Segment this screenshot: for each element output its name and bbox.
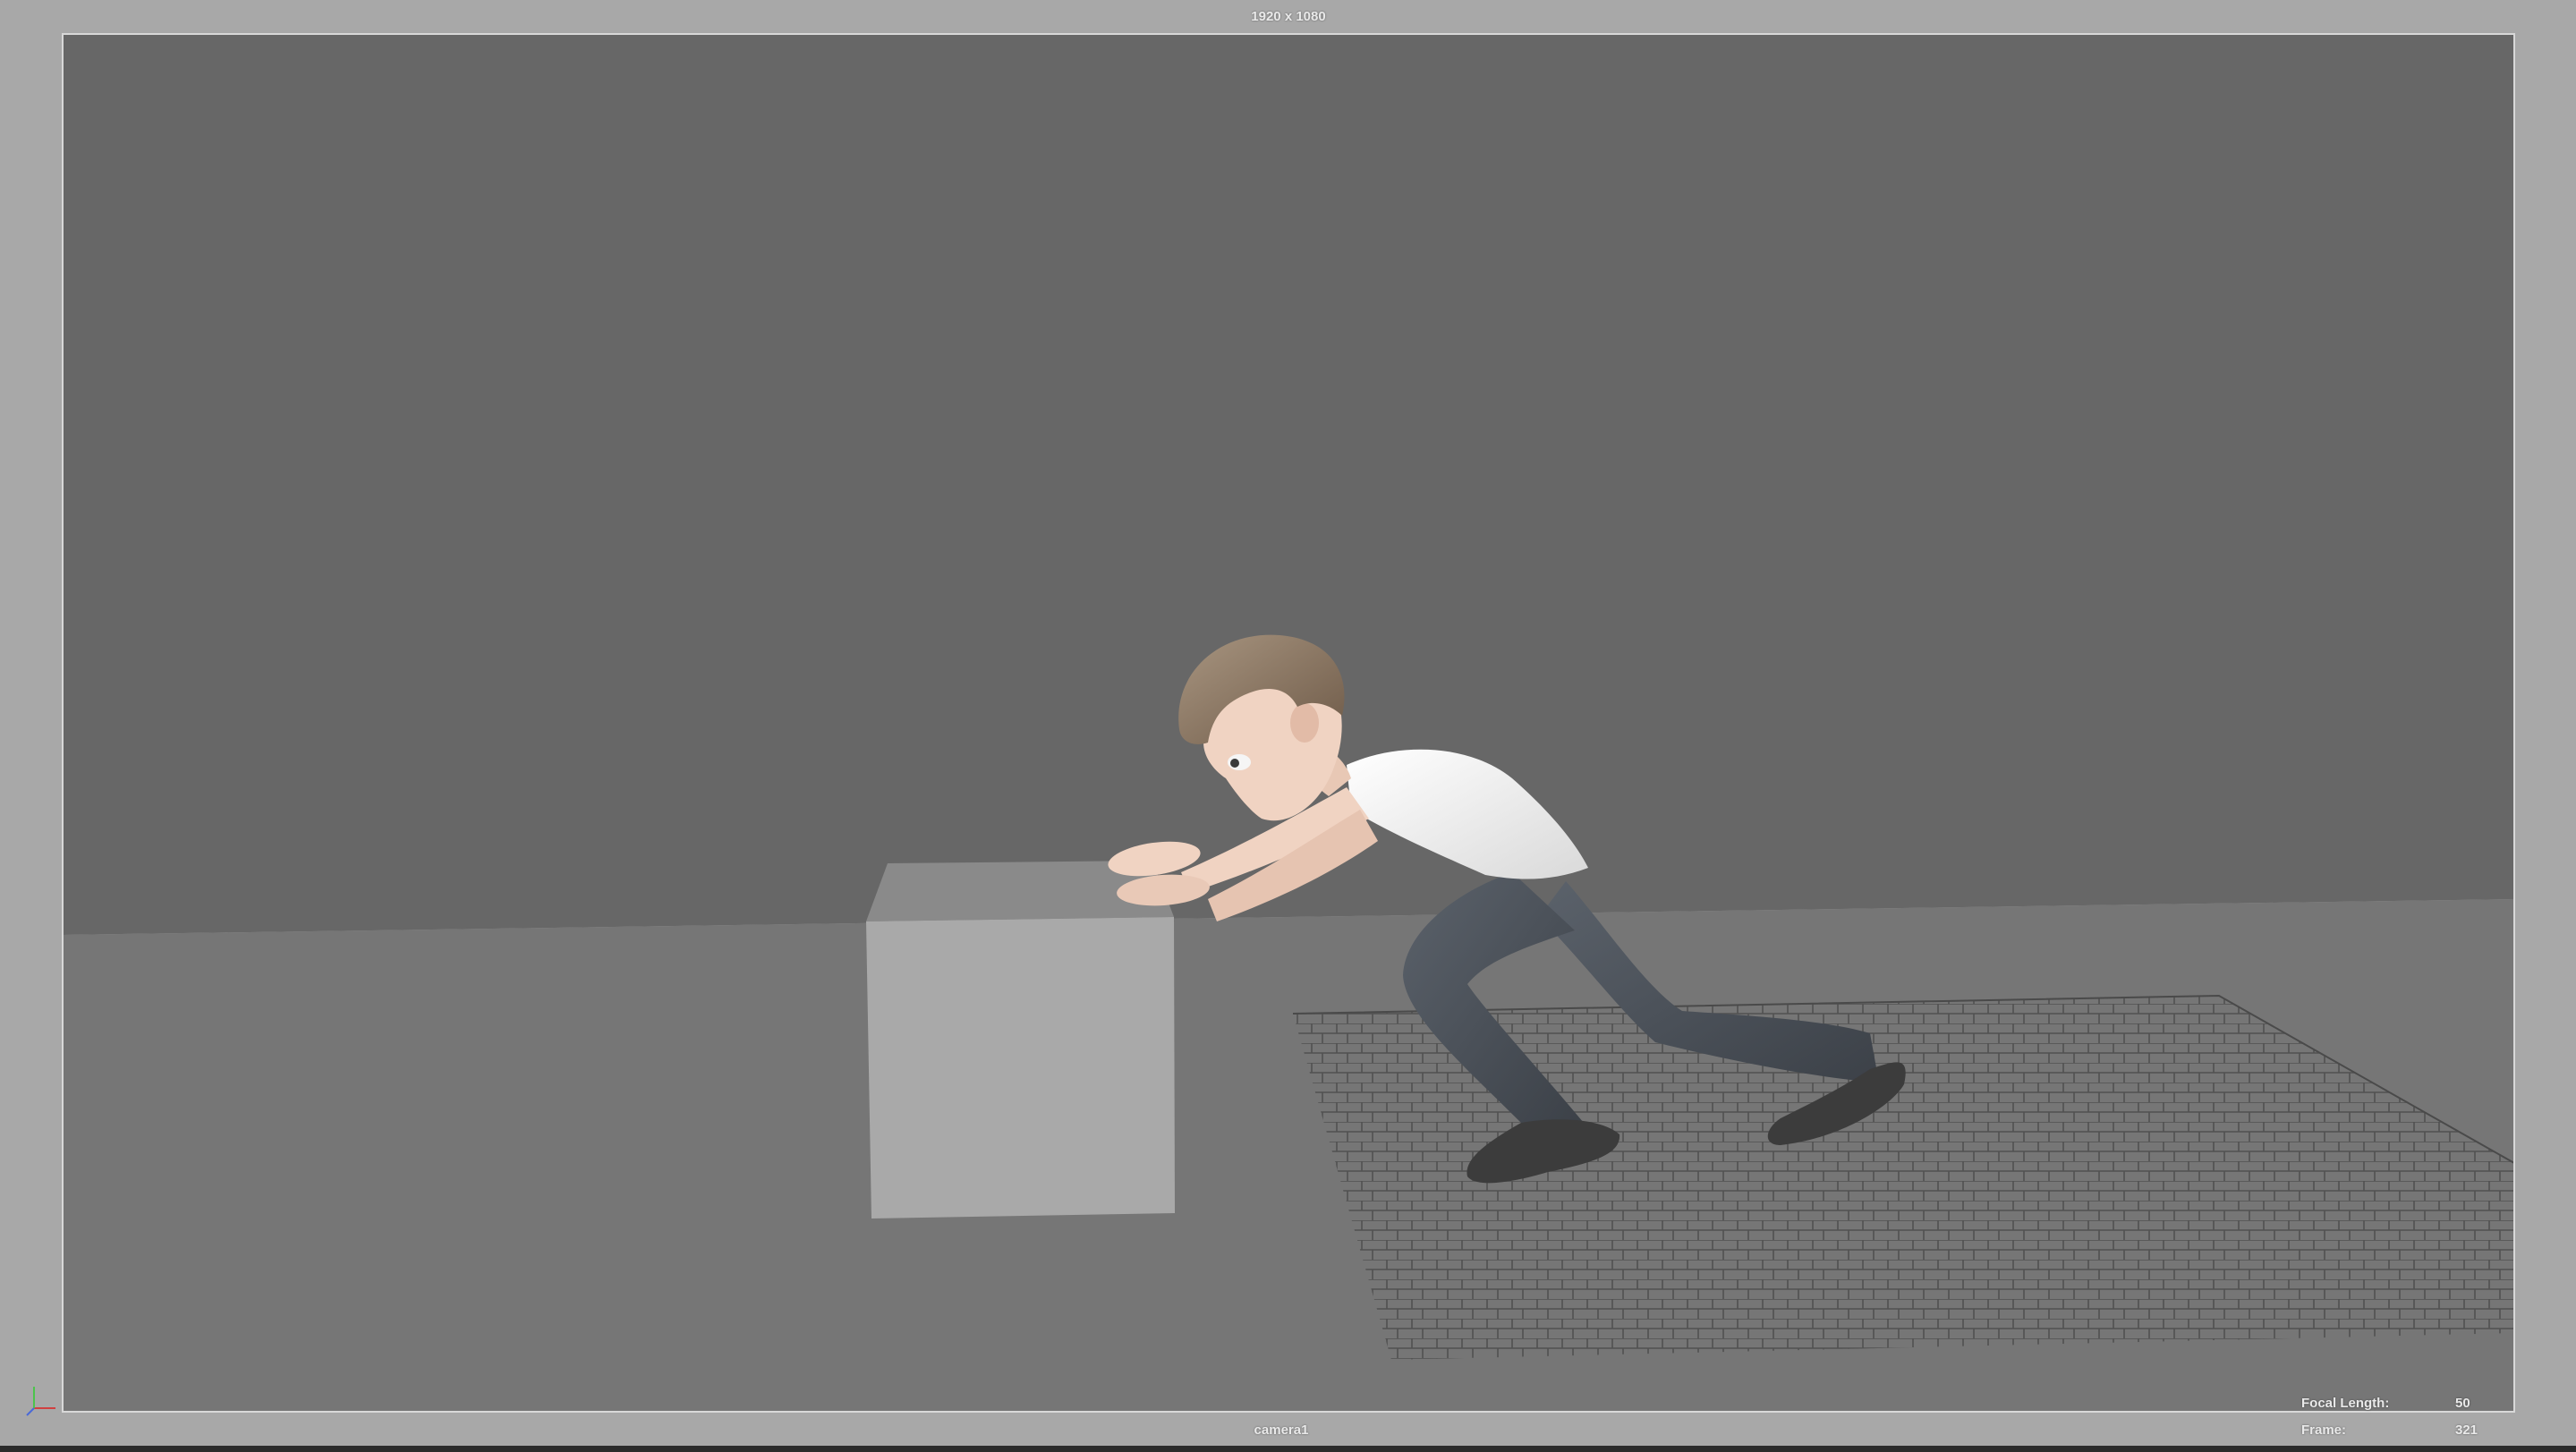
resolution-gate-label: 1920 x 1080 xyxy=(1251,9,1326,24)
camera-name-label: camera1 xyxy=(1254,1422,1309,1438)
box-front-face xyxy=(866,917,1175,1218)
viewport-scene[interactable] xyxy=(0,0,2576,1452)
frame-value: 321 xyxy=(2455,1422,2478,1438)
focal-length-value: 50 xyxy=(2455,1396,2470,1411)
focal-length-label: Focal Length: xyxy=(2301,1396,2390,1411)
character-ear xyxy=(1290,703,1319,743)
xyz-axis-icon xyxy=(26,1387,55,1416)
viewport-bottom-border xyxy=(0,1446,2576,1452)
character-pupil xyxy=(1230,759,1239,768)
frame-label: Frame: xyxy=(2301,1422,2347,1438)
box-object[interactable] xyxy=(866,861,1175,1218)
maya-camera-viewport[interactable]: 1920 x 1080 camera1 Focal Length: 50 Fra… xyxy=(0,0,2576,1452)
